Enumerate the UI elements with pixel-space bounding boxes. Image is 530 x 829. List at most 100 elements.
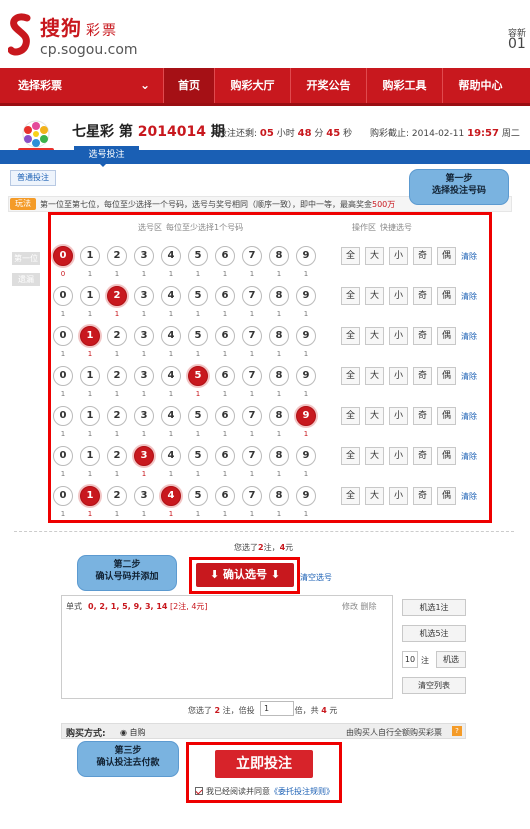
number-ball[interactable]: 8 (269, 366, 289, 386)
number-ball[interactable]: 8 (269, 286, 289, 306)
number-ball[interactable]: 4 (161, 326, 181, 346)
bet-list-item[interactable]: 单式 0, 2, 1, 5, 9, 3, 14 [2注, 4元] (66, 601, 208, 612)
number-ball[interactable]: 2 (107, 246, 127, 266)
quick-pick-button[interactable]: 奇 (413, 487, 432, 505)
number-ball[interactable]: 8 (269, 486, 289, 506)
quick-pick-button[interactable]: 小 (389, 327, 408, 345)
clear-row-link[interactable]: 清除 (461, 251, 477, 262)
quick-pick-button[interactable]: 小 (389, 487, 408, 505)
number-ball[interactable]: 0 (53, 406, 73, 426)
number-ball[interactable]: 7 (242, 286, 262, 306)
number-ball[interactable]: 1 (80, 446, 100, 466)
subtab-normal-bet[interactable]: 普通投注 (10, 170, 56, 186)
number-ball[interactable]: 7 (242, 246, 262, 266)
number-ball[interactable]: 2 (107, 366, 127, 386)
number-ball[interactable]: 3 (134, 326, 154, 346)
number-ball[interactable]: 0 (53, 446, 73, 466)
number-ball[interactable]: 5 (188, 246, 208, 266)
clear-row-link[interactable]: 清除 (461, 291, 477, 302)
quick-pick-button[interactable]: 小 (389, 447, 408, 465)
number-ball[interactable]: 5 (188, 406, 208, 426)
number-ball[interactable]: 4 (161, 406, 181, 426)
number-ball[interactable]: 9 (296, 326, 316, 346)
number-ball[interactable]: 1 (80, 486, 100, 506)
quick-pick-button[interactable]: 大 (365, 327, 384, 345)
number-ball[interactable]: 4 (161, 486, 181, 506)
number-ball[interactable]: 6 (215, 406, 235, 426)
quick-pick-button[interactable]: 全 (341, 407, 360, 425)
number-ball[interactable]: 0 (53, 286, 73, 306)
clear-row-link[interactable]: 清除 (461, 451, 477, 462)
number-ball[interactable]: 3 (134, 446, 154, 466)
number-ball[interactable]: 0 (53, 486, 73, 506)
self-buy-radio[interactable]: ◉ 自购 (120, 727, 146, 738)
quick-pick-button[interactable]: 偶 (437, 247, 456, 265)
number-ball[interactable]: 0 (53, 326, 73, 346)
quick-pick-button[interactable]: 大 (365, 367, 384, 385)
nav-lottery-hall[interactable]: 购彩大厅 (215, 68, 290, 103)
number-ball[interactable]: 5 (188, 366, 208, 386)
quick-pick-button[interactable]: 小 (389, 407, 408, 425)
number-ball[interactable]: 6 (215, 486, 235, 506)
random-1-button[interactable]: 机选1注 (402, 599, 466, 616)
number-ball[interactable]: 9 (296, 286, 316, 306)
number-ball[interactable]: 1 (80, 246, 100, 266)
number-ball[interactable]: 3 (134, 246, 154, 266)
nav-help[interactable]: 帮助中心 (443, 68, 518, 103)
quick-pick-button[interactable]: 奇 (413, 327, 432, 345)
number-ball[interactable]: 4 (161, 286, 181, 306)
quick-pick-button[interactable]: 奇 (413, 247, 432, 265)
number-ball[interactable]: 9 (296, 366, 316, 386)
number-ball[interactable]: 7 (242, 446, 262, 466)
quick-pick-button[interactable]: 小 (389, 247, 408, 265)
delete-bet-link[interactable]: 删除 (361, 602, 377, 611)
quick-pick-button[interactable]: 偶 (437, 327, 456, 345)
clear-row-link[interactable]: 清除 (461, 371, 477, 382)
quick-pick-button[interactable]: 小 (389, 287, 408, 305)
number-ball[interactable]: 9 (296, 406, 316, 426)
number-ball[interactable]: 6 (215, 366, 235, 386)
quick-pick-button[interactable]: 大 (365, 287, 384, 305)
random-count-input[interactable]: 10 (402, 651, 418, 668)
number-ball[interactable]: 8 (269, 326, 289, 346)
number-ball[interactable]: 3 (134, 406, 154, 426)
number-ball[interactable]: 5 (188, 486, 208, 506)
number-ball[interactable]: 1 (80, 406, 100, 426)
number-ball[interactable]: 2 (107, 446, 127, 466)
quick-pick-button[interactable]: 全 (341, 367, 360, 385)
number-ball[interactable]: 4 (161, 446, 181, 466)
agree-checkbox[interactable]: 我已经阅读并同意《委托投注规则》 (195, 786, 334, 797)
quick-pick-button[interactable]: 奇 (413, 447, 432, 465)
quick-pick-button[interactable]: 偶 (437, 367, 456, 385)
quick-pick-button[interactable]: 奇 (413, 287, 432, 305)
clear-selection-link[interactable]: 清空选号 (300, 572, 332, 583)
quick-pick-button[interactable]: 奇 (413, 407, 432, 425)
number-ball[interactable]: 7 (242, 326, 262, 346)
confirm-selection-button[interactable]: ⬇ 确认选号 ⬇ (196, 563, 294, 587)
multiplier-input[interactable]: 1 (260, 701, 294, 716)
nav-tools[interactable]: 购彩工具 (367, 68, 442, 103)
number-ball[interactable]: 9 (296, 486, 316, 506)
quick-pick-button[interactable]: 全 (341, 287, 360, 305)
quick-pick-button[interactable]: 大 (365, 487, 384, 505)
submit-bet-button[interactable]: 立即投注 (215, 750, 313, 778)
number-ball[interactable]: 7 (242, 366, 262, 386)
number-ball[interactable]: 6 (215, 286, 235, 306)
brand-logo[interactable]: 搜狗 彩票 (40, 12, 118, 41)
number-ball[interactable]: 9 (296, 446, 316, 466)
number-ball[interactable]: 1 (80, 326, 100, 346)
quick-pick-button[interactable]: 大 (365, 407, 384, 425)
quick-pick-button[interactable]: 全 (341, 327, 360, 345)
quick-pick-button[interactable]: 偶 (437, 407, 456, 425)
number-ball[interactable]: 5 (188, 326, 208, 346)
quick-pick-button[interactable]: 全 (341, 447, 360, 465)
random-5-button[interactable]: 机选5注 (402, 625, 466, 642)
number-ball[interactable]: 0 (53, 366, 73, 386)
quick-pick-button[interactable]: 大 (365, 447, 384, 465)
number-ball[interactable]: 9 (296, 246, 316, 266)
number-ball[interactable]: 2 (107, 486, 127, 506)
nav-select-lottery[interactable]: 选择彩票 ⌄ (0, 68, 160, 103)
number-ball[interactable]: 1 (80, 286, 100, 306)
rules-link[interactable]: 《委托投注规则》 (270, 787, 334, 796)
number-ball[interactable]: 3 (134, 486, 154, 506)
